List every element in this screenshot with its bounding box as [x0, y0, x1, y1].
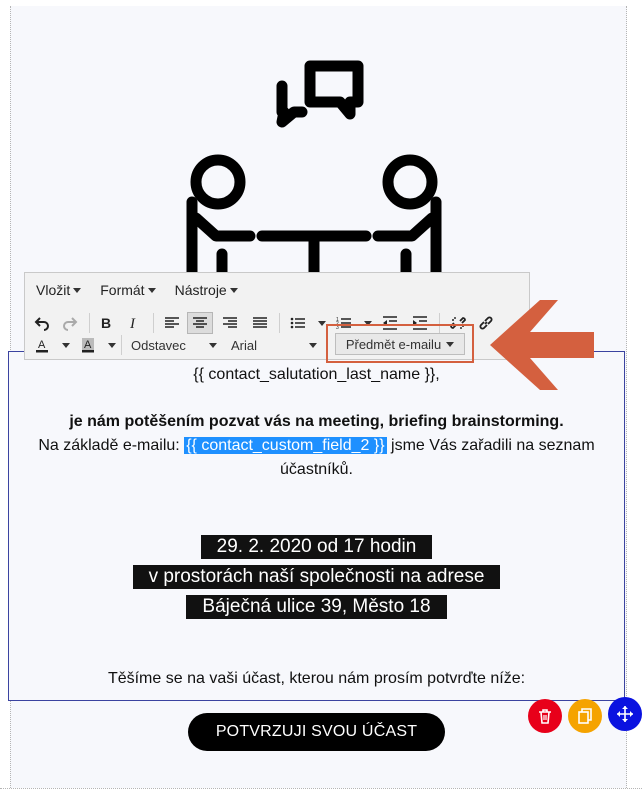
font-family-dropdown[interactable]: Arial: [231, 335, 317, 355]
bullet-list-icon: [290, 317, 305, 329]
block-format-dropdown[interactable]: Odstavec: [131, 335, 217, 355]
toolbar-menubar: Vložit Formát Nástroje: [25, 273, 246, 307]
text-color-button[interactable]: A: [29, 334, 55, 356]
align-right-button[interactable]: [217, 312, 243, 334]
svg-text:A: A: [38, 339, 46, 351]
confirm-participation-button[interactable]: POTVRZUJI SVOU ÚČAST: [188, 713, 445, 751]
chevron-down-icon: [229, 287, 238, 293]
align-justify-button[interactable]: [247, 312, 273, 334]
undo-icon: [34, 317, 49, 331]
align-center-icon: [193, 317, 207, 328]
toolbar-divider: [279, 313, 280, 333]
annotation-arrow-icon: [490, 300, 594, 390]
canvas-bottom-border: [0, 788, 642, 789]
chevron-down-icon: [73, 287, 82, 293]
undo-button[interactable]: [29, 312, 55, 334]
basis-text-line2: účastníků.: [280, 461, 353, 478]
date-line: 29. 2. 2020 od 17 hodin: [9, 535, 624, 559]
chevron-down-icon[interactable]: [108, 343, 116, 348]
chevron-down-icon[interactable]: [318, 321, 326, 326]
move-icon: [617, 706, 633, 722]
move-block-button[interactable]: [608, 697, 642, 731]
basis-text-line: Na základě e-mailu: {{ contact_custom_fi…: [9, 437, 624, 455]
delete-block-button[interactable]: [528, 699, 562, 733]
italic-icon: I: [129, 316, 136, 331]
trash-icon: [539, 709, 551, 724]
email-text-block[interactable]: {{ contact_salutation_last_name }}, je n…: [8, 351, 625, 701]
copy-icon: [578, 708, 592, 724]
place-line: v prostorách naší společnosti na adrese: [9, 565, 624, 589]
toolbar-divider: [121, 335, 122, 355]
background-color-button[interactable]: A: [75, 334, 101, 356]
menu-format[interactable]: Formát: [100, 282, 156, 298]
italic-button[interactable]: I: [121, 312, 147, 334]
bullet-list-button[interactable]: [285, 312, 311, 334]
svg-text:A: A: [84, 339, 92, 351]
toolbar-divider: [89, 313, 90, 333]
basis-prefix: Na základě e-mailu:: [38, 437, 180, 454]
menu-tools[interactable]: Nástroje: [175, 282, 238, 298]
align-right-icon: [223, 317, 237, 328]
invite-text: je nám potěšením pozvat vás na meeting, …: [69, 413, 564, 430]
background-color-icon: A: [82, 338, 94, 353]
text-color-icon: A: [36, 339, 48, 353]
align-left-button[interactable]: [159, 312, 185, 334]
custom-field-placeholder[interactable]: {{ contact_custom_field_2 }}: [184, 437, 387, 454]
redo-button[interactable]: [57, 312, 83, 334]
date-box: 29. 2. 2020 od 17 hodin: [200, 535, 433, 559]
menu-insert[interactable]: Vložit: [36, 282, 82, 298]
chevron-down-icon[interactable]: [62, 343, 70, 348]
align-justify-icon: [253, 317, 267, 328]
duplicate-block-button[interactable]: [568, 699, 602, 733]
svg-text:I: I: [129, 316, 136, 331]
toolbar-divider: [153, 313, 154, 333]
chevron-down-icon: [147, 287, 156, 293]
chevron-down-icon: [209, 342, 217, 348]
redo-icon: [63, 317, 78, 331]
align-left-icon: [165, 317, 179, 328]
bold-button[interactable]: B: [93, 312, 119, 334]
annotation-highlight-box: [326, 324, 474, 363]
chevron-down-icon: [309, 342, 317, 348]
address-line: Báječná ulice 39, Město 18: [9, 595, 624, 619]
basis-suffix: jsme Vás zařadili na seznam: [391, 437, 595, 454]
align-center-button[interactable]: [187, 312, 213, 334]
bold-icon: B: [101, 315, 111, 331]
closing-text: Těšíme se na vaši účast, kterou nám pros…: [107, 670, 526, 687]
svg-text:B: B: [101, 315, 111, 331]
place-box: v prostorách naší společnosti na adrese: [132, 565, 501, 589]
address-box: Báječná ulice 39, Město 18: [186, 595, 447, 619]
